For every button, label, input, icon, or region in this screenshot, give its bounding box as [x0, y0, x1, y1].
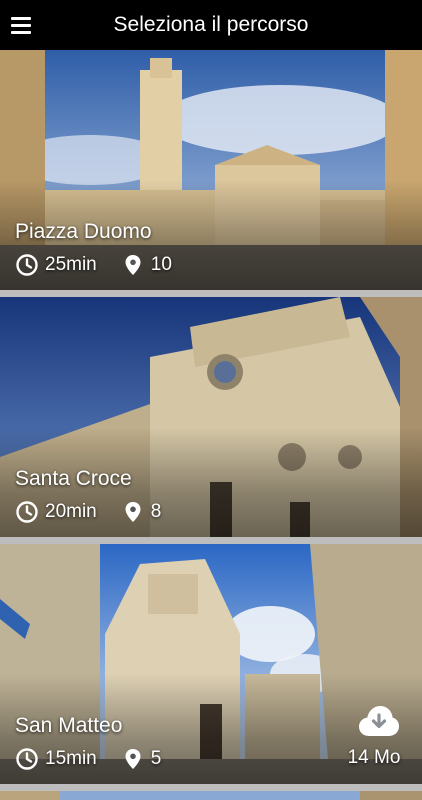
route-card-santa-croce[interactable]: Santa Croce 20min 8 — [0, 297, 422, 537]
app-screen: Seleziona il percorso Piazza Duomo 25min… — [0, 0, 422, 800]
location-pin-icon — [125, 255, 141, 275]
clock-icon — [16, 748, 38, 770]
route-stops: 10 — [150, 254, 172, 275]
location-pin-icon — [125, 749, 141, 769]
cloud-download-icon — [359, 706, 399, 736]
route-photo — [0, 791, 422, 800]
route-duration: 25min — [45, 254, 97, 275]
route-name: San Matteo — [15, 714, 123, 737]
page-title: Seleziona il percorso — [113, 13, 309, 36]
route-name: Piazza Duomo — [15, 220, 152, 243]
route-meta: 25min 10 — [15, 253, 172, 277]
top-app-bar: Seleziona il percorso — [0, 0, 422, 50]
route-duration: 20min — [45, 501, 97, 522]
route-card-piazza-duomo[interactable]: Piazza Duomo 25min 10 — [0, 50, 422, 290]
download-button[interactable]: 14 Mo — [348, 704, 407, 769]
clock-icon — [16, 254, 38, 276]
download-size: 14 Mo — [347, 747, 401, 768]
route-stops: 8 — [150, 501, 162, 522]
route-duration: 15min — [45, 748, 97, 769]
route-card-partial[interactable] — [0, 791, 422, 800]
route-meta: 15min 5 — [15, 747, 161, 771]
route-name: Santa Croce — [15, 467, 132, 490]
clock-icon — [16, 501, 38, 523]
route-meta: 20min 8 — [15, 500, 161, 524]
route-card-san-matteo[interactable]: San Matteo 15min 5 14 Mo — [0, 544, 422, 784]
route-stops: 5 — [150, 748, 162, 769]
location-pin-icon — [125, 502, 141, 522]
